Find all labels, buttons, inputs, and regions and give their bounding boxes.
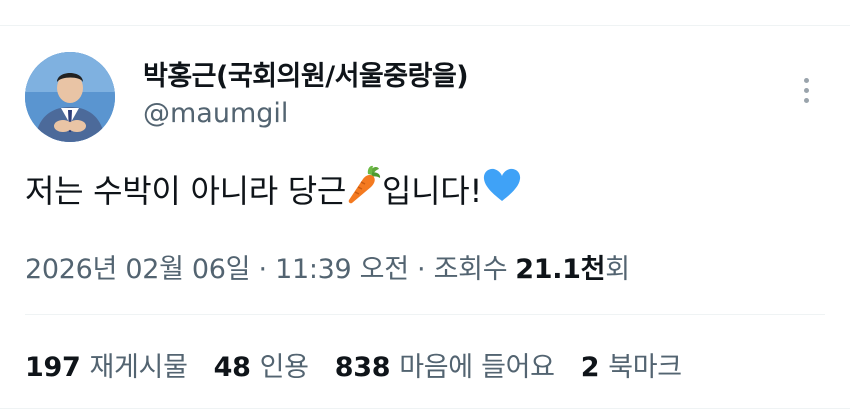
engagement-stats: 197 재게시물 48 인용 838 마음에 들어요 2 북마크: [25, 345, 708, 384]
tweet-text-part-1: 저는 수박이 아니라 당근: [25, 172, 347, 210]
bottom-divider: [0, 408, 850, 409]
more-dot: [803, 87, 809, 93]
stat-value: 48: [213, 352, 251, 383]
author-name[interactable]: 박홍근(국회의원/서울중랑을): [143, 54, 469, 93]
stat-label: 마음에 들어요: [399, 352, 555, 383]
stat-reposts[interactable]: 197 재게시물: [25, 345, 188, 384]
top-divider: [0, 25, 850, 26]
author-handle[interactable]: @maumgil: [143, 98, 288, 129]
carrot-icon: [346, 165, 382, 213]
tweet-date[interactable]: 2026년 02월 06일: [25, 247, 251, 286]
stat-label: 인용: [259, 352, 309, 383]
stat-value: 197: [25, 352, 81, 383]
tweet-text: 저는 수박이 아니라 당근 입니다!: [25, 165, 522, 213]
tweet-meta: 2026년 02월 06일 · 11:39 오전 · 조회수 21.1천 회: [25, 247, 630, 286]
tweet-text-part-2: 입니다!: [382, 172, 482, 210]
avatar[interactable]: [25, 52, 115, 142]
views-suffix: 회: [605, 254, 630, 285]
views-label: 조회수: [433, 254, 508, 285]
meta-separator: ·: [250, 254, 276, 285]
stat-label: 북마크: [608, 352, 682, 383]
stat-label: 재게시물: [89, 352, 188, 383]
tweet-time[interactable]: 11:39 오전: [275, 247, 409, 286]
stat-value: 2: [580, 352, 600, 383]
stat-value: 838: [334, 352, 391, 383]
views-count: 21.1천: [515, 254, 606, 285]
divider: [25, 314, 825, 315]
stat-bookmarks[interactable]: 2 북마크: [581, 345, 682, 384]
blue-heart-icon: [482, 167, 522, 211]
more-dot: [803, 77, 809, 83]
meta-separator: ·: [408, 254, 434, 285]
stat-quotes[interactable]: 48 인용: [214, 345, 309, 384]
more-vertical-icon[interactable]: [796, 70, 816, 110]
stat-likes[interactable]: 838 마음에 들어요: [335, 345, 555, 384]
more-dot: [803, 97, 809, 103]
